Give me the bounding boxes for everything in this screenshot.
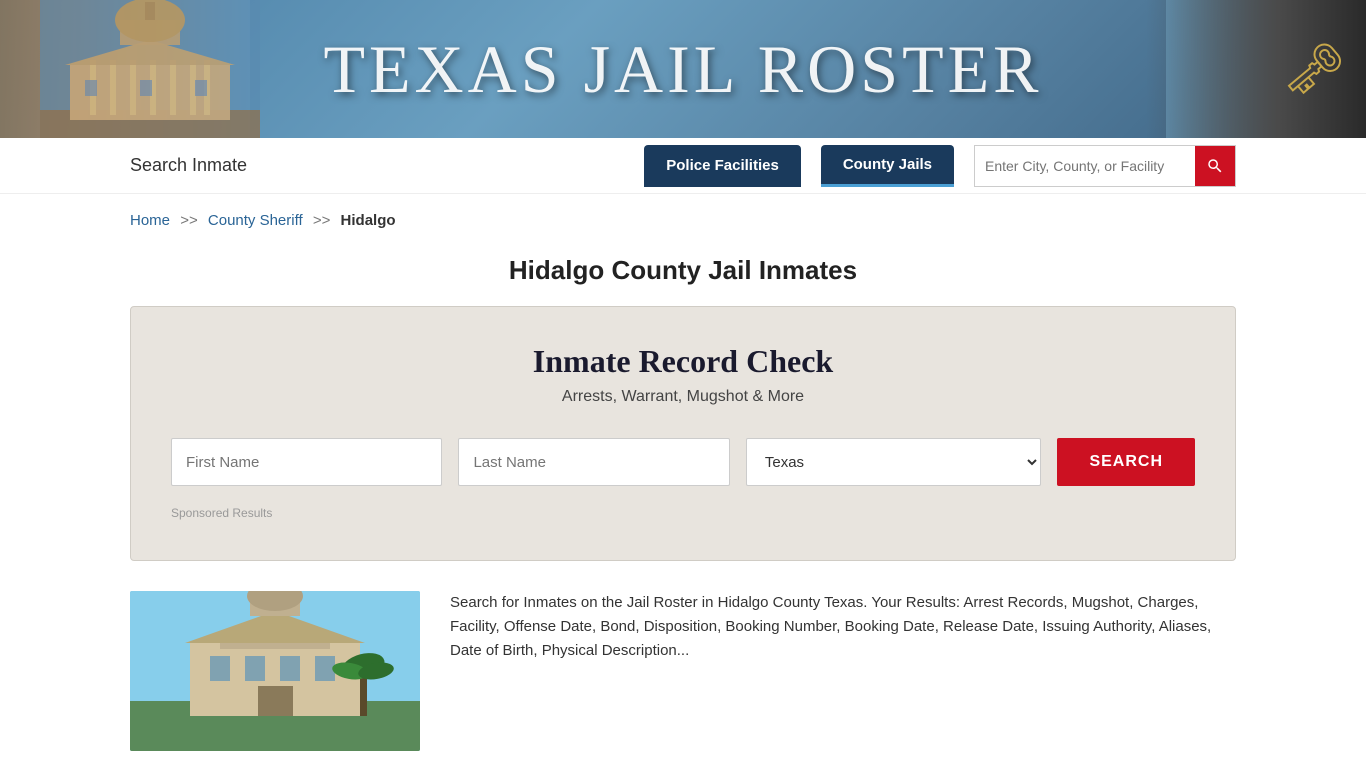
last-name-input[interactable] [458,438,729,486]
breadcrumb-county-sheriff[interactable]: County Sheriff [208,212,303,229]
search-inmate-label: Search Inmate [130,155,247,176]
facility-search-input[interactable] [975,146,1195,186]
jail-image [130,591,420,751]
police-facilities-button[interactable]: Police Facilities [644,145,801,187]
breadcrumb-current: Hidalgo [341,212,396,229]
sponsored-label: Sponsored Results [171,506,1195,520]
keys-icon: 🗝 [1283,40,1346,99]
state-select[interactable]: Texas Alabama Alaska Arizona Arkansas Ca… [746,438,1042,486]
record-check-box: Inmate Record Check Arrests, Warrant, Mu… [130,306,1236,561]
breadcrumb: Home >> County Sheriff >> Hidalgo [130,194,1236,239]
inmate-search-row: Texas Alabama Alaska Arizona Arkansas Ca… [171,438,1195,486]
facility-search-button[interactable] [1195,146,1235,186]
search-icon [1206,157,1224,175]
record-check-subtitle: Arrests, Warrant, Mugshot & More [171,388,1195,406]
capitol-building-icon [40,0,260,138]
banner-title: Texas Jail Roster [323,30,1042,109]
breadcrumb-sep1: >> [180,212,198,229]
breadcrumb-home[interactable]: Home [130,212,170,229]
main-content: Home >> County Sheriff >> Hidalgo Hidalg… [0,194,1366,751]
header-banner: Texas Jail Roster 🗝 [0,0,1366,138]
bottom-section: Search for Inmates on the Jail Roster in… [130,591,1236,751]
nav-bar: Search Inmate Police Facilities County J… [0,138,1366,194]
first-name-input[interactable] [171,438,442,486]
inmate-search-button[interactable]: SEARCH [1057,438,1195,486]
keys-area: 🗝 [1146,0,1366,138]
page-title: Hidalgo County Jail Inmates [130,255,1236,286]
facility-search-wrapper [974,145,1236,187]
jail-building-icon [130,591,420,751]
county-jails-button[interactable]: County Jails [821,145,954,187]
breadcrumb-sep2: >> [313,212,331,229]
description-text: Search for Inmates on the Jail Roster in… [450,591,1236,663]
record-check-title: Inmate Record Check [171,343,1195,380]
